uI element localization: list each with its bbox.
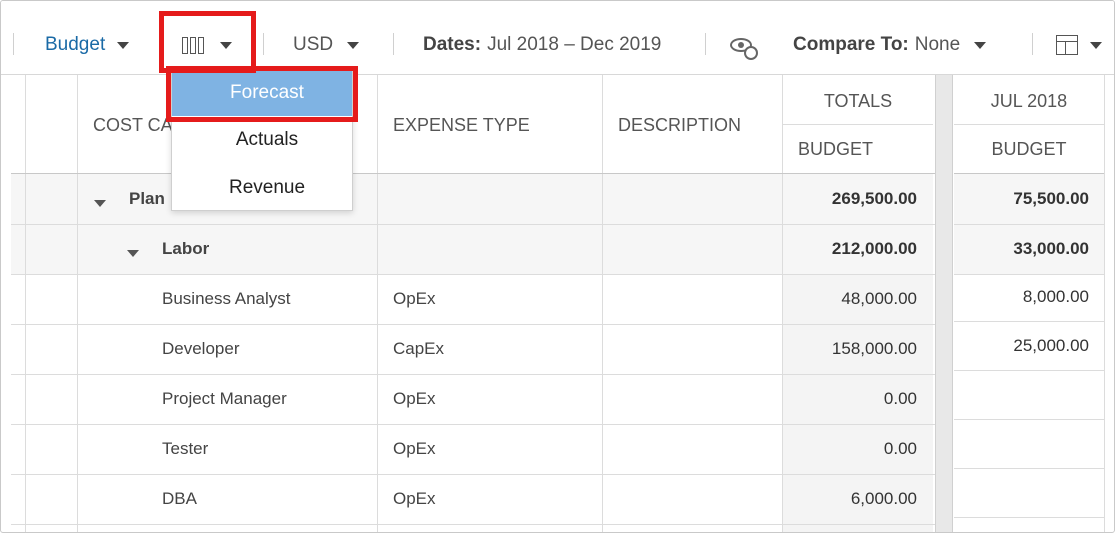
grid-line <box>954 419 1104 420</box>
dates-label: Dates: <box>423 34 482 55</box>
toolbar-divider <box>705 33 706 55</box>
caret-down-icon <box>347 41 360 49</box>
header-description[interactable]: DESCRIPTION <box>618 105 741 145</box>
grid-line <box>954 173 1104 174</box>
currency-label: USD <box>293 34 334 55</box>
grid-line <box>25 75 26 532</box>
compare-dropdown[interactable]: Compare To: None <box>793 29 987 61</box>
grid-line <box>11 274 935 275</box>
layout-dropdown[interactable] <box>1056 29 1102 61</box>
table-row-type[interactable]: OpEx <box>393 489 436 509</box>
table-row-name[interactable]: Project Manager <box>162 389 287 409</box>
frozen-splitter[interactable] <box>935 75 953 532</box>
menu-item-revenue[interactable]: Revenue <box>172 165 352 211</box>
grid-line <box>954 321 1104 322</box>
app-frame: Budget USD Dates: Jul 2018 – Dec 2019 Co… <box>0 0 1115 533</box>
header-totals: TOTALS <box>823 90 893 111</box>
row-plan-name: Plan <box>129 189 165 208</box>
grid-line <box>377 75 378 532</box>
toolbar-divider <box>393 33 394 55</box>
menu-item-actuals[interactable]: Actuals <box>172 117 352 163</box>
row-labor-name: Labor <box>162 239 210 258</box>
scenario-label: Budget <box>45 34 106 55</box>
table-row-type[interactable]: CapEx <box>393 339 444 359</box>
grid-line <box>954 224 1104 225</box>
highlight-annotation <box>159 11 256 73</box>
dates-selector[interactable]: Dates: Jul 2018 – Dec 2019 <box>423 29 661 61</box>
caret-down-icon <box>974 41 987 49</box>
hide-toggle[interactable] <box>730 29 758 61</box>
budget-grid: COST CA EXPENSE TYPE DESCRIPTION TOTALS … <box>1 75 1114 532</box>
toolbar-divider <box>1032 33 1033 55</box>
table-row-total: 0.00 <box>883 389 917 408</box>
row-plan-month: 75,500.00 <box>1013 189 1089 208</box>
table-row-total: 158,000.00 <box>831 339 917 358</box>
row-labor-month: 33,000.00 <box>1013 239 1089 258</box>
layout-grid-icon <box>1056 35 1078 55</box>
table-row-name[interactable]: Business Analyst <box>162 289 291 309</box>
grid-line <box>954 124 1104 125</box>
table-row-type[interactable]: OpEx <box>393 439 436 459</box>
table-row-type[interactable]: OpEx <box>393 389 436 409</box>
grid-line <box>11 173 935 174</box>
header-month-budget: BUDGET <box>991 138 1067 159</box>
expand-toggle[interactable] <box>94 192 106 212</box>
toolbar-divider <box>13 33 14 55</box>
grid-line <box>602 75 603 532</box>
table-row-month[interactable]: 25,000.00 <box>954 336 1089 356</box>
grid-line <box>954 517 1104 518</box>
triangle-down-icon <box>94 200 106 207</box>
grid-line <box>11 224 935 225</box>
grid-line <box>11 424 935 425</box>
hide-icon <box>730 38 758 60</box>
grid-line <box>77 75 78 532</box>
header-expense-type[interactable]: EXPENSE TYPE <box>393 105 530 145</box>
compare-value: None <box>914 34 961 55</box>
grid-line <box>11 474 935 475</box>
table-row-month[interactable]: 8,000.00 <box>954 287 1089 307</box>
toolbar-divider <box>263 33 264 55</box>
caret-down-icon <box>1090 41 1102 49</box>
table-row-total: 6,000.00 <box>850 489 917 508</box>
grid-line <box>954 274 1104 275</box>
header-month: JUL 2018 <box>990 90 1068 111</box>
table-row-type[interactable]: OpEx <box>393 289 436 309</box>
table-row-total: 0.00 <box>883 439 917 458</box>
currency-dropdown[interactable]: USD <box>293 29 360 61</box>
header-totals-budget: BUDGET <box>798 138 874 159</box>
grid-line <box>11 324 935 325</box>
triangle-down-icon <box>127 250 139 257</box>
row-labor-total: 212,000.00 <box>831 239 917 258</box>
highlight-annotation <box>166 66 358 122</box>
table-row-total: 48,000.00 <box>841 289 917 308</box>
table-row-name[interactable]: Tester <box>162 439 208 459</box>
grid-line <box>11 524 935 525</box>
compare-label: Compare To: <box>793 34 909 55</box>
dates-value: Jul 2018 – Dec 2019 <box>487 34 662 55</box>
scenario-dropdown[interactable]: Budget <box>45 29 130 61</box>
row-plan-total: 269,500.00 <box>831 189 917 208</box>
expand-toggle[interactable] <box>127 242 139 262</box>
caret-down-icon <box>117 41 130 49</box>
grid-line <box>1104 75 1105 532</box>
header-cost-category[interactable]: COST CA <box>93 105 173 145</box>
grid-line <box>783 124 933 125</box>
table-row-name[interactable]: DBA <box>162 489 197 509</box>
grid-line <box>954 370 1104 371</box>
grid-line <box>954 468 1104 469</box>
table-row-name[interactable]: Developer <box>162 339 240 359</box>
grid-line <box>11 374 935 375</box>
